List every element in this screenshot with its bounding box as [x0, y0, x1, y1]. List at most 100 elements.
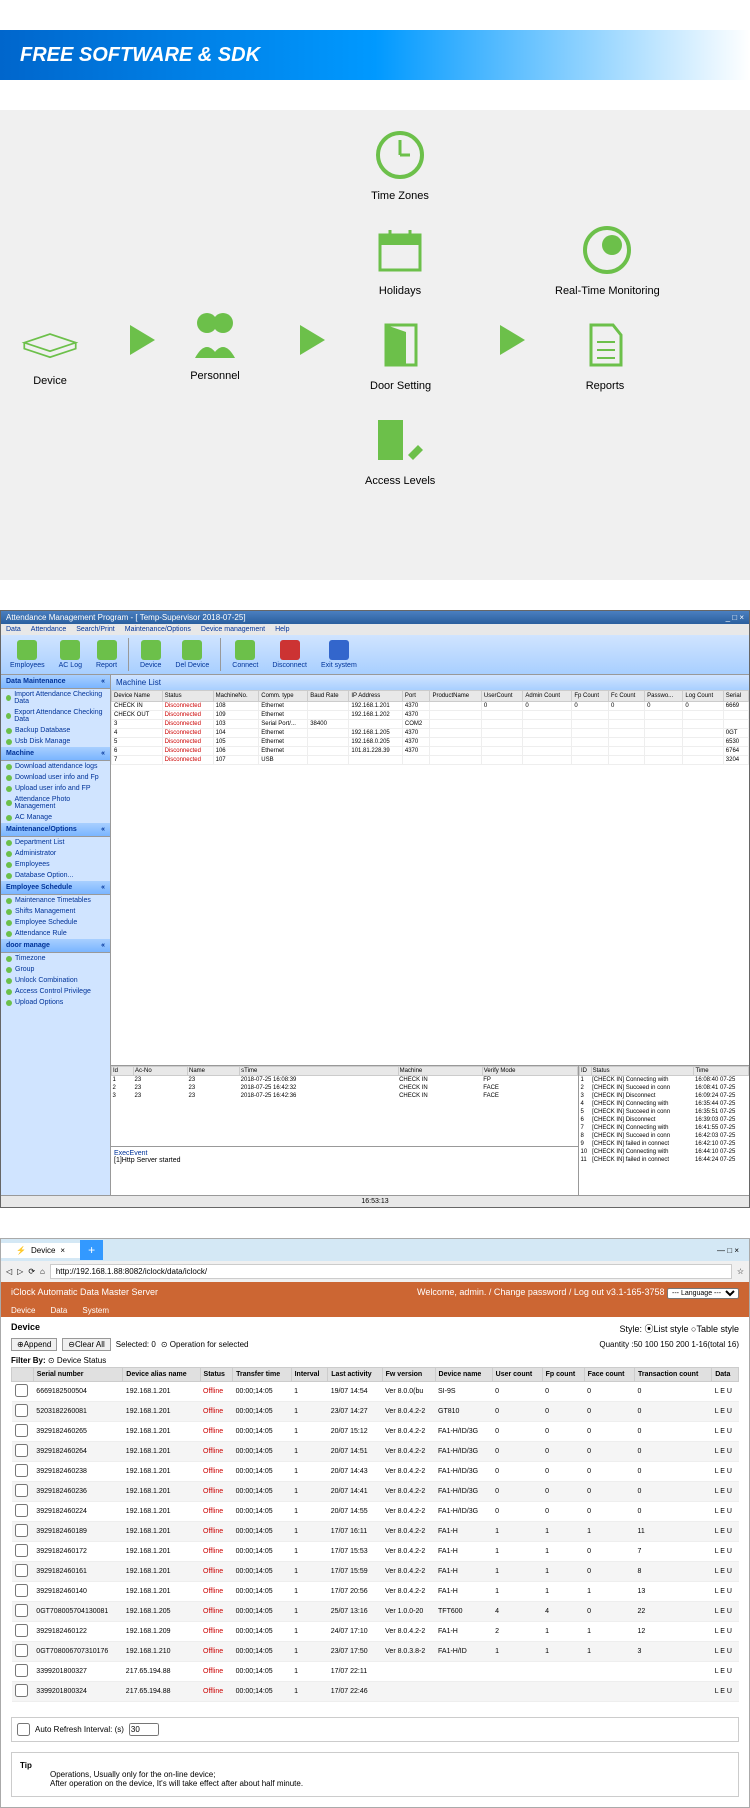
row-checkbox[interactable] — [15, 1544, 28, 1557]
row-checkbox[interactable] — [15, 1604, 28, 1617]
table-row[interactable]: 5203182260081192.168.1.201Offline00:00;1… — [12, 1402, 739, 1422]
toolbar-button[interactable]: Disconnect — [266, 638, 313, 671]
table-row[interactable]: 11[CHECK IN] failed in connect16:44:24 0… — [580, 1156, 749, 1164]
nav-fwd-icon[interactable]: ▷ — [17, 1267, 23, 1276]
table-row[interactable]: 5Disconnected105Ethernet192.168.0.205437… — [112, 738, 749, 747]
row-checkbox[interactable] — [15, 1644, 28, 1657]
sidebar-item[interactable]: Unlock Combination — [1, 975, 110, 986]
table-row[interactable]: 8[CHECK IN] Succeed in conn16:42:03 07-2… — [580, 1132, 749, 1140]
nav-item[interactable]: System — [82, 1306, 109, 1315]
sidebar-item[interactable]: Download attendance logs — [1, 761, 110, 772]
table-row[interactable]: 6669182500504192.168.1.201Offline00:00;1… — [12, 1382, 739, 1402]
table-row[interactable]: 123232018-07-25 16:08:39CHECK INFP — [112, 1076, 578, 1085]
nav-item[interactable]: Device — [11, 1306, 35, 1315]
operation-dropdown[interactable]: ⊙ Operation for selected — [161, 1340, 249, 1349]
table-row[interactable]: 3929182460236192.168.1.201Offline00:00;1… — [12, 1482, 739, 1502]
table-row[interactable]: 10[CHECK IN] Connecting with16:44:10 07-… — [580, 1148, 749, 1156]
sidebar-item[interactable]: Access Control Privilege — [1, 986, 110, 997]
sidebar-section-header[interactable]: door manage« — [1, 939, 110, 953]
status-grid[interactable]: IDStatusTime1[CHECK IN] Connecting with1… — [579, 1066, 749, 1195]
auto-refresh-checkbox[interactable] — [17, 1723, 30, 1736]
log-grid[interactable]: IdAc-NoNamesTimeMachineVerify Mode123232… — [111, 1066, 578, 1146]
row-checkbox[interactable] — [15, 1424, 28, 1437]
menubar[interactable]: Data Attendance Search/Print Maintenance/Op… — [1, 624, 749, 635]
table-row[interactable]: 3399201800327217.65.194.88Offline00:00;1… — [12, 1662, 739, 1682]
table-row[interactable]: 223232018-07-25 16:42:32CHECK INFACE — [112, 1084, 578, 1092]
sidebar-item[interactable]: Usb Disk Manage — [1, 736, 110, 747]
table-row[interactable]: 3929182460189192.168.1.201Offline00:00;1… — [12, 1522, 739, 1542]
device-table[interactable]: Serial numberDevice alias nameStatusTran… — [11, 1367, 739, 1702]
row-checkbox[interactable] — [15, 1524, 28, 1537]
table-row[interactable]: CHECK INDisconnected108Ethernet192.168.1… — [112, 702, 749, 711]
sidebar-item[interactable]: Timezone — [1, 953, 110, 964]
row-checkbox[interactable] — [15, 1684, 28, 1697]
table-row[interactable]: 0GT708005704130081192.168.1.205Offline00… — [12, 1602, 739, 1622]
table-row[interactable]: 0GT708006707310176192.168.1.210Offline00… — [12, 1642, 739, 1662]
sidebar-item[interactable]: Group — [1, 964, 110, 975]
site-nav[interactable]: Device Data System — [1, 1304, 749, 1317]
nav-back-icon[interactable]: ◁ — [6, 1267, 12, 1276]
clearall-button[interactable]: ⊖Clear All — [62, 1338, 111, 1351]
table-row[interactable]: 3929182460265192.168.1.201Offline00:00;1… — [12, 1422, 739, 1442]
star-icon[interactable]: ☆ — [737, 1267, 744, 1276]
window-controls[interactable]: _ □ × — [726, 613, 744, 622]
sidebar-item[interactable]: Employees — [1, 859, 110, 870]
sidebar-section-header[interactable]: Employee Schedule« — [1, 881, 110, 895]
toolbar-button[interactable]: Del Device — [169, 638, 215, 671]
row-checkbox[interactable] — [15, 1464, 28, 1477]
sidebar-item[interactable]: Download user info and Fp — [1, 772, 110, 783]
sidebar-section-header[interactable]: Data Maintenance« — [1, 675, 110, 689]
menu-item[interactable]: Data — [6, 626, 21, 633]
row-checkbox[interactable] — [15, 1404, 28, 1417]
sidebar-item[interactable]: Maintenance Timetables — [1, 895, 110, 906]
machine-grid[interactable]: Device NameStatusMachineNo.Comm. typeBau… — [111, 690, 749, 1065]
window-controls[interactable]: — □ × — [707, 1246, 749, 1255]
close-icon[interactable]: × — [60, 1246, 65, 1255]
table-row[interactable]: 3399201800324217.65.194.88Offline00:00;1… — [12, 1682, 739, 1702]
home-icon[interactable]: ⌂ — [40, 1267, 45, 1276]
table-row[interactable]: 7[CHECK IN] Connecting with16:41:55 07-2… — [580, 1124, 749, 1132]
table-row[interactable]: 3Disconnected103Serial Port/...38400COM2 — [112, 720, 749, 729]
row-checkbox[interactable] — [15, 1384, 28, 1397]
toolbar-button[interactable]: Employees — [4, 638, 51, 671]
auto-refresh-control[interactable]: Auto Refresh Interval: (s) — [11, 1717, 739, 1742]
table-row[interactable]: 323232018-07-25 16:42:36CHECK INFACE — [112, 1092, 578, 1100]
sidebar-item[interactable]: Employee Schedule — [1, 917, 110, 928]
row-checkbox[interactable] — [15, 1504, 28, 1517]
table-row[interactable]: 3929182460122192.168.1.209Offline00:00;1… — [12, 1622, 739, 1642]
new-tab-button[interactable]: + — [80, 1240, 103, 1260]
row-checkbox[interactable] — [15, 1584, 28, 1597]
sidebar-item[interactable]: Database Option... — [1, 870, 110, 881]
table-row[interactable]: 7Disconnected107USB3204 — [112, 756, 749, 765]
sidebar-section-header[interactable]: Machine« — [1, 747, 110, 761]
menu-item[interactable]: Search/Print — [76, 626, 115, 633]
row-checkbox[interactable] — [15, 1624, 28, 1637]
sidebar-item[interactable]: Attendance Photo Management — [1, 794, 110, 812]
sidebar-item[interactable]: Upload Options — [1, 997, 110, 1008]
sidebar-item[interactable]: Attendance Rule — [1, 928, 110, 939]
table-row[interactable]: 3929182460140192.168.1.201Offline00:00;1… — [12, 1582, 739, 1602]
row-checkbox[interactable] — [15, 1564, 28, 1577]
toolbar-button[interactable]: Exit system — [315, 638, 363, 671]
toolbar-button[interactable]: Report — [90, 638, 123, 671]
table-row[interactable]: 3929182460161192.168.1.201Offline00:00;1… — [12, 1562, 739, 1582]
nav-item[interactable]: Data — [50, 1306, 67, 1315]
table-row[interactable]: 3929182460224192.168.1.201Offline00:00;1… — [12, 1502, 739, 1522]
menu-item[interactable]: Maintenance/Options — [125, 626, 191, 633]
sidebar-item[interactable]: Import Attendance Checking Data — [1, 689, 110, 707]
device-status-filter[interactable]: ⊙ Device Status — [48, 1356, 106, 1365]
toolbar-button[interactable]: Connect — [226, 638, 264, 671]
sidebar-item[interactable]: Backup Database — [1, 725, 110, 736]
sidebar-item[interactable]: Department List — [1, 837, 110, 848]
table-row[interactable]: 4[CHECK IN] Connecting with16:35:44 07-2… — [580, 1100, 749, 1108]
menu-item[interactable]: Device management — [201, 626, 265, 633]
row-checkbox[interactable] — [15, 1484, 28, 1497]
browser-tab[interactable]: ⚡Device× — [1, 1243, 80, 1258]
menu-item[interactable]: Attendance — [31, 626, 66, 633]
toolbar-button[interactable]: AC Log — [53, 638, 88, 671]
sidebar-item[interactable]: Shifts Management — [1, 906, 110, 917]
sidebar-item[interactable]: AC Manage — [1, 812, 110, 823]
sidebar-section-header[interactable]: Maintenance/Options« — [1, 823, 110, 837]
quantity-text[interactable]: Quantity :50 100 150 200 1-16(total 16) — [599, 1340, 739, 1349]
table-row[interactable]: 3929182460238192.168.1.201Offline00:00;1… — [12, 1462, 739, 1482]
